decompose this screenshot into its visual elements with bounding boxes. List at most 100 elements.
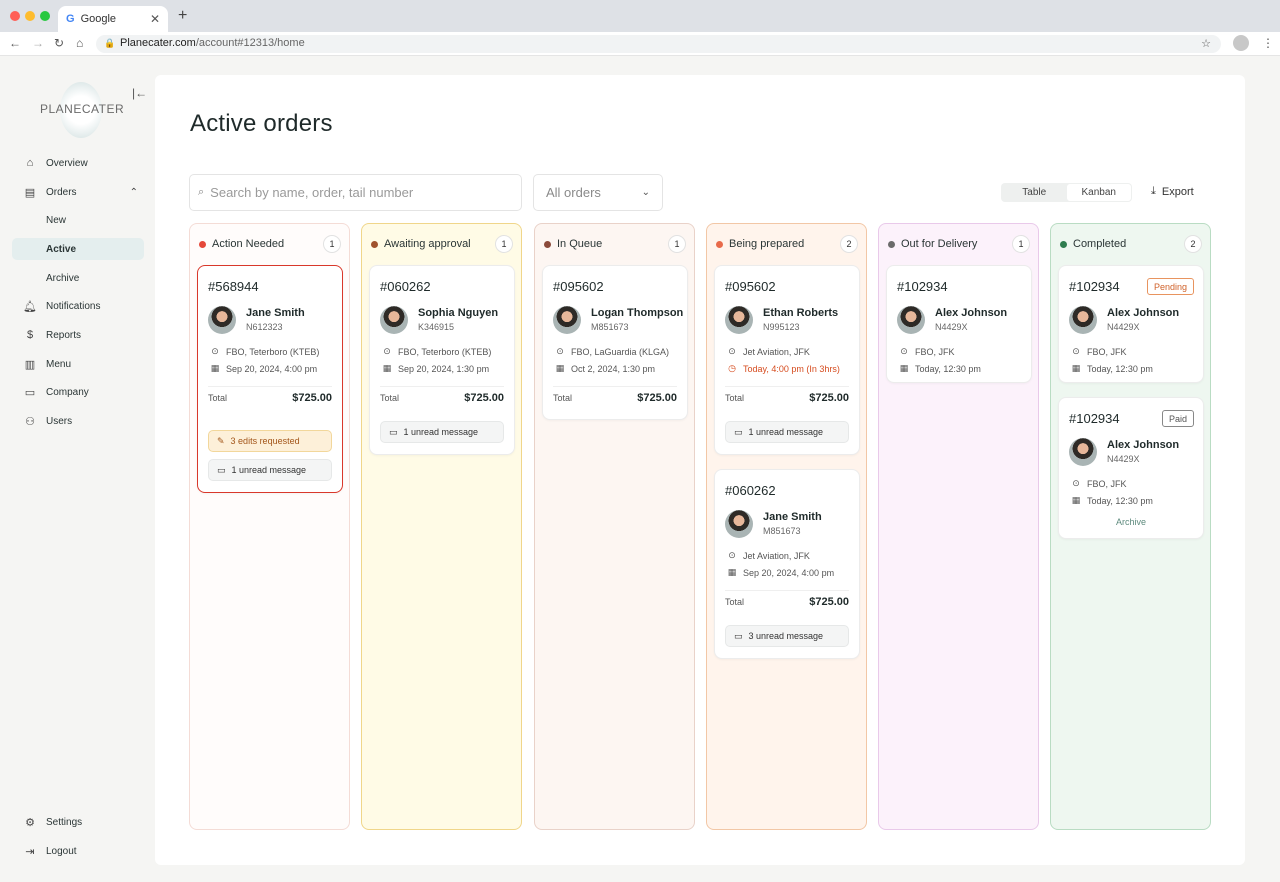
maximize-window-button[interactable] <box>40 11 50 21</box>
home-icon[interactable]: ⌂ <box>76 36 83 50</box>
sidebar-item-orders[interactable]: ▤ Orders ⌃ <box>12 181 144 203</box>
order-id: #102934 <box>897 279 948 294</box>
messages-text: 1 unread message <box>748 427 824 437</box>
order-card[interactable]: #568944 Jane Smith N612323 ⊙ FBO, Teterboro … <box>197 265 343 493</box>
total-amount: $725.00 <box>292 392 332 404</box>
view-table-button[interactable]: Table <box>1002 184 1067 201</box>
brand-logo: PLANECATER <box>40 82 124 138</box>
main-panel: Active orders ⌕ All orders ⌄ Table Kanba… <box>155 75 1245 865</box>
order-card[interactable]: #095602 Logan Thompson M851673 ⊙ FBO, LaGuar… <box>542 265 688 420</box>
export-button[interactable]: ⤓ Export <box>1151 185 1194 198</box>
pencil-icon: ✎ <box>217 435 225 446</box>
sidebar-item-new[interactable]: New <box>12 209 144 231</box>
kanban-column: Out for Delivery 1 #102934 Alex Johnson N442… <box>878 223 1039 830</box>
close-window-button[interactable] <box>10 11 20 21</box>
briefcase-icon: ▭ <box>24 386 36 399</box>
unread-messages-pill[interactable]: ▭ 1 unread message <box>725 421 849 443</box>
column-header: Completed 2 <box>1060 235 1202 253</box>
delivery-date: Sep 20, 2024, 1:30 pm <box>398 363 490 374</box>
close-tab-icon[interactable]: ✕ <box>150 12 160 26</box>
map-pin-icon: ⊙ <box>556 346 564 356</box>
order-card[interactable]: #060262 Jane Smith M851673 ⊙ Jet Aviation, J… <box>714 469 860 659</box>
delivery-date: Today, 4:00 pm (In 3hrs) <box>743 363 840 374</box>
total-label: Total <box>553 393 573 403</box>
address-bar[interactable]: 🔒 Planecater.com/account#12313/home ☆ <box>96 35 1221 53</box>
sidebar-item-menu[interactable]: ▥ Menu <box>12 353 144 375</box>
total-amount: $725.00 <box>637 392 677 404</box>
search-input[interactable] <box>210 185 491 200</box>
sidebar-item-overview[interactable]: ⌂ Overview <box>12 152 144 174</box>
map-pin-icon: ⊙ <box>1072 346 1080 356</box>
sidebar-item-label: Users <box>46 415 73 427</box>
sidebar-item-notifications[interactable]: 🔔︎ Notifications <box>12 295 144 317</box>
tail-number: N4429X <box>935 322 968 332</box>
sidebar-item-settings[interactable]: ⚙ Settings <box>12 811 144 833</box>
calendar-icon: ▦ <box>210 363 220 373</box>
bookmark-star-icon[interactable]: ☆ <box>1201 37 1211 50</box>
order-card[interactable]: #095602 Ethan Roberts N995123 ⊙ Jet Aviation… <box>714 265 860 455</box>
date-row: ▦ Sep 20, 2024, 4:00 pm <box>210 363 317 374</box>
search-box[interactable]: ⌕ <box>189 174 522 211</box>
clock-icon: ◷ <box>728 363 736 373</box>
order-card[interactable]: #102934 Paid Alex Johnson N4429X ⊙ FBO, JFK ▦ T… <box>1058 397 1204 539</box>
date-row: ▦ Sep 20, 2024, 4:00 pm <box>727 567 834 578</box>
collapse-sidebar-icon[interactable]: |← <box>132 86 147 100</box>
forward-icon[interactable]: → <box>32 36 44 50</box>
customer-name: Alex Johnson <box>1107 307 1180 319</box>
kanban-column: Awaiting approval 1 #060262 Sophia Nguyen K3… <box>361 223 522 830</box>
messages-text: 1 unread message <box>403 427 479 437</box>
user-icon: ⚇ <box>25 415 35 428</box>
delivery-date: Sep 20, 2024, 4:00 pm <box>226 363 318 374</box>
browser-tab[interactable]: G Google ✕ <box>58 6 168 32</box>
column-header: Out for Delivery 1 <box>888 235 1030 253</box>
delivery-date: Today, 12:30 pm <box>915 363 981 374</box>
column-header: In Queue 1 <box>544 235 686 253</box>
profile-avatar[interactable] <box>1233 35 1249 51</box>
customer-name: Logan Thompson <box>591 307 684 319</box>
order-filter-select[interactable]: All orders ⌄ <box>533 174 663 211</box>
avatar <box>725 510 753 538</box>
tail-number: N4429X <box>1107 454 1140 464</box>
location-text: FBO, LaGuardia (KLGA) <box>571 346 670 357</box>
view-kanban-button[interactable]: Kanban <box>1066 184 1131 201</box>
sidebar-item-reports[interactable]: $ Reports <box>12 324 144 346</box>
sidebar-item-users[interactable]: ⚇ Users <box>12 410 144 432</box>
sidebar-item-company[interactable]: ▭ Company <box>12 381 144 403</box>
sidebar-item-active[interactable]: Active <box>12 238 144 260</box>
unread-messages-pill[interactable]: ▭ 1 unread message <box>208 459 332 481</box>
sidebar-item-archive[interactable]: Archive <box>12 267 144 289</box>
edits-requested-pill[interactable]: ✎ 3 edits requested <box>208 430 332 452</box>
archive-link[interactable]: Archive <box>1059 517 1203 527</box>
url-path: /account#12313/home <box>195 37 305 49</box>
order-card[interactable]: #102934 Pending Alex Johnson N4429X ⊙ FBO, JF… <box>1058 265 1204 383</box>
column-title: In Queue <box>557 238 603 250</box>
chevron-up-icon[interactable]: ⌃ <box>130 187 138 198</box>
location-row: ⊙ FBO, JFK <box>1071 478 1127 489</box>
sidebar-item-label: Logout <box>46 845 77 857</box>
order-filter-value: All orders <box>546 185 601 200</box>
browser-menu-icon[interactable]: ⋮ <box>1262 36 1274 50</box>
column-count-badge: 1 <box>1012 235 1030 253</box>
reload-icon[interactable]: ↻ <box>54 36 64 50</box>
browser-toolbar: ← → ↻ ⌂ 🔒 Planecater.com/account#12313/h… <box>0 32 1280 56</box>
location-text: FBO, JFK <box>915 346 955 357</box>
order-id: #060262 <box>380 279 431 294</box>
minimize-window-button[interactable] <box>25 11 35 21</box>
order-card[interactable]: #102934 Alex Johnson N4429X ⊙ FBO, JFK ▦ Today… <box>886 265 1032 383</box>
sidebar-item-logout[interactable]: ⇥ Logout <box>12 840 144 862</box>
location-row: ⊙ FBO, JFK <box>899 346 955 357</box>
column-title: Completed <box>1073 238 1127 250</box>
location-text: FBO, JFK <box>1087 478 1127 489</box>
tail-number: N995123 <box>763 322 800 332</box>
sidebar-item-label: Menu <box>46 358 72 370</box>
sidebar-item-label: Overview <box>46 157 88 169</box>
unread-messages-pill[interactable]: ▭ 3 unread message <box>725 625 849 647</box>
new-tab-icon[interactable]: + <box>178 7 187 25</box>
page-title: Active orders <box>190 110 333 137</box>
date-row: ▦ Oct 2, 2024, 1:30 pm <box>555 363 655 374</box>
browser-tabstrip: G Google ✕ + <box>0 0 1280 32</box>
unread-messages-pill[interactable]: ▭ 1 unread message <box>380 421 504 443</box>
order-card[interactable]: #060262 Sophia Nguyen K346915 ⊙ FBO, Teterbo… <box>369 265 515 455</box>
total-label: Total <box>725 597 745 607</box>
back-icon[interactable]: ← <box>9 36 21 50</box>
